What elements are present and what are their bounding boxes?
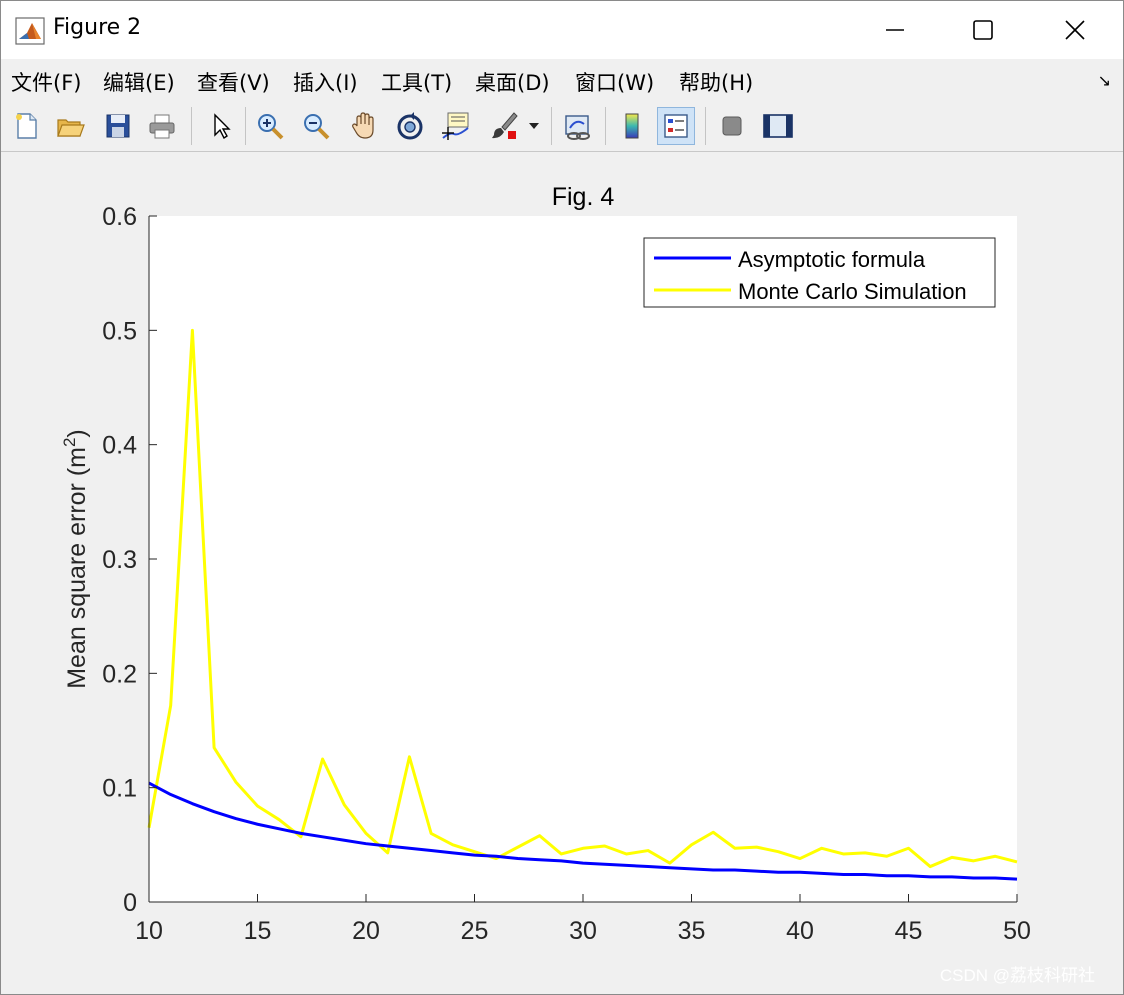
menu-insert[interactable]: 插入(I) [293,67,358,97]
x-tick-label: 35 [678,917,706,945]
colorbar-icon [625,113,639,139]
print-button[interactable] [143,107,181,145]
maximize-icon [973,20,993,40]
new-figure-button[interactable] [7,107,45,145]
axes-background [149,216,1017,902]
brush-dropdown[interactable] [523,107,545,145]
y-tick-label: 0.2 [102,660,137,688]
rotate-3d-button[interactable] [391,107,429,145]
brush-icon [492,112,518,139]
legend-button[interactable] [657,107,695,145]
hide-plot-tools-button[interactable] [713,107,751,145]
y-axis-label-text: Mean square error (m [63,447,91,689]
minimize-icon [886,29,904,31]
new-figure-icon [16,113,37,139]
dock-arrow-icon[interactable]: ↘ [1098,71,1111,90]
toolbar-separator [605,107,606,145]
matlab-logo-icon [15,17,45,45]
x-tick-label: 30 [569,917,597,945]
y-tick-label: 0.6 [102,203,137,231]
toolbar-separator [245,107,246,145]
open-file-icon [57,119,85,137]
toolbar-separator [705,107,706,145]
legend[interactable]: Asymptotic formula Monte Carlo Simulatio… [643,237,996,308]
pan-icon [352,112,374,139]
zoom-in-button[interactable] [251,107,289,145]
toolbar [1,101,1123,152]
legend-label-asymptotic: Asymptotic formula [738,247,926,272]
chevron-down-icon [529,123,539,129]
close-button[interactable] [1029,1,1121,59]
watermark: CSDN @荔枝科研社 [940,966,1095,985]
figure-area: 10 15 20 25 30 35 40 45 50 0 0.1 0.2 0.3 0.4 0.5 0.6 F… [1,152,1123,994]
y-axis-label-superscript: 2 [60,438,79,447]
x-tick-label: 45 [895,917,923,945]
figure-window: Figure 2 文件(F) 编辑(E) 查看(V) 插入(I) 工具(T) 桌… [0,0,1124,995]
chart-title: Fig. 4 [552,183,615,211]
x-tick-label: 15 [244,917,272,945]
menu-view[interactable]: 查看(V) [197,67,270,97]
y-tick-label: 0.3 [102,546,137,574]
x-tick-label: 20 [352,917,380,945]
save-icon [106,114,130,138]
hide-plot-tools-icon [722,116,742,136]
y-tick-label: 0 [123,889,137,917]
window-title: Figure 2 [53,15,142,40]
toolbar-separator [551,107,552,145]
x-tick-label: 50 [1003,917,1031,945]
show-plot-tools-button[interactable] [759,107,797,145]
y-tick-label: 0.4 [102,432,137,460]
x-tick-label: 25 [461,917,489,945]
close-icon [1065,20,1085,40]
edit-plot-button[interactable] [201,107,239,145]
colorbar-button[interactable] [613,107,651,145]
x-tick-label: 10 [135,917,163,945]
open-file-button[interactable] [51,107,89,145]
toolbar-separator [191,107,192,145]
menu-bar: 文件(F) 编辑(E) 查看(V) 插入(I) 工具(T) 桌面(D) 窗口(W… [1,59,1123,101]
menu-edit[interactable]: 编辑(E) [103,67,175,97]
menu-file[interactable]: 文件(F) [11,67,81,97]
rotate-3d-icon [397,112,423,140]
zoom-in-icon [258,114,284,140]
title-bar[interactable]: Figure 2 [1,1,1123,59]
print-icon [149,114,175,139]
y-axis-label-close: ) [63,429,91,437]
pan-button[interactable] [345,107,383,145]
data-cursor-icon [442,112,469,140]
menu-window[interactable]: 窗口(W) [575,67,654,97]
edit-plot-icon [214,113,231,140]
legend-label-monte-carlo: Monte Carlo Simulation [738,279,967,304]
maximize-button[interactable] [937,1,1029,59]
zoom-out-button[interactable] [297,107,335,145]
brush-button[interactable] [485,107,523,145]
y-tick-label: 0.5 [102,317,137,345]
save-button[interactable] [99,107,137,145]
show-plot-tools-icon [763,114,793,138]
y-axis-label: Mean square error (m2) [60,429,91,689]
menu-tools[interactable]: 工具(T) [381,67,452,97]
menu-desktop[interactable]: 桌面(D) [475,67,550,97]
link-plot-button[interactable] [559,107,597,145]
zoom-out-icon [304,114,330,140]
y-tick-label: 0.1 [102,775,137,803]
minimize-button[interactable] [849,1,941,59]
link-plot-icon [565,115,590,140]
line-chart: 10 15 20 25 30 35 40 45 50 0 0.1 0.2 0.3 0.4 0.5 0.6 F… [60,183,1095,985]
x-tick-label: 40 [786,917,814,945]
menu-help[interactable]: 帮助(H) [679,67,753,97]
legend-icon [664,114,688,138]
data-cursor-button[interactable] [437,107,475,145]
